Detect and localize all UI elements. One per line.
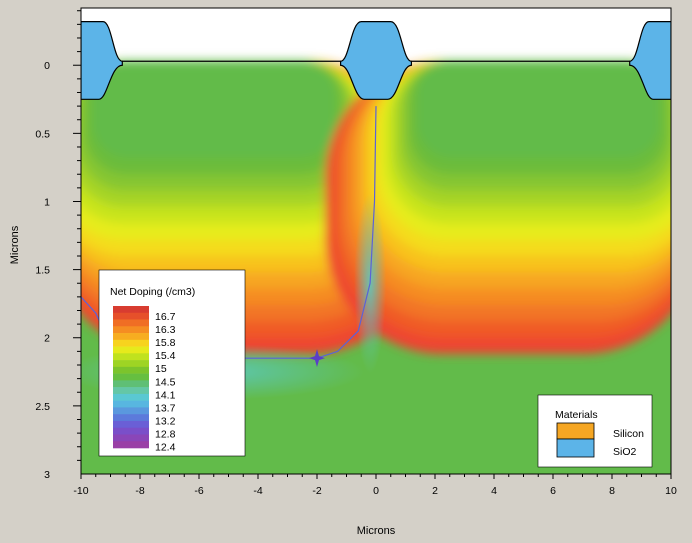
legend-label-silicon: Silicon — [613, 428, 644, 440]
doping-contour-chart: -10 -8 -6 -4 -2 0 2 4 6 8 10 0 0.5 1 1.5 2 2.5 3 Microns… — [0, 0, 692, 538]
y-axis-label: Microns — [9, 225, 21, 264]
colorbar-label: 13.2 — [155, 415, 176, 427]
y-tick-label: 2.5 — [35, 401, 50, 413]
legend-label-sio2: SiO2 — [613, 446, 637, 458]
colorbar-swatch — [113, 401, 149, 408]
colorbar-swatch — [113, 407, 149, 414]
colorbar-swatch — [113, 374, 149, 381]
colorbar-label: 16.3 — [155, 324, 176, 336]
x-tick-label: 2 — [432, 485, 438, 497]
colorbar-swatch — [113, 347, 149, 354]
x-axis: -10 -8 -6 -4 -2 0 2 4 6 8 10 — [73, 474, 677, 497]
colorbar-swatch — [113, 441, 149, 448]
colorbar-swatch — [113, 333, 149, 340]
colorbar-swatch — [113, 367, 149, 374]
colorbar-swatch — [113, 434, 149, 441]
colorbar-swatch — [113, 421, 149, 428]
y-tick-label: 2 — [44, 333, 50, 345]
y-tick-label: 1 — [44, 196, 50, 208]
colorbar-swatch — [113, 313, 149, 320]
colorbar-legend: Net Doping (/cm3) 16.716.315.815.41514.5… — [99, 270, 245, 456]
colorbar-label: 14.5 — [155, 376, 176, 388]
colorbar-label: 15.8 — [155, 337, 176, 349]
materials-legend: Materials Silicon SiO2 — [538, 395, 652, 467]
colorbar-swatch — [113, 320, 149, 327]
y-tick-label: 0 — [44, 60, 50, 72]
colorbar-swatch — [113, 306, 149, 313]
colorbar-label: 12.4 — [155, 442, 176, 454]
y-axis: 0 0.5 1 1.5 2 2.5 3 — [35, 11, 81, 481]
colorbar-swatch — [113, 414, 149, 421]
x-tick-label: 0 — [373, 485, 379, 497]
x-tick-label: -6 — [194, 485, 203, 497]
colorbar-swatch — [113, 340, 149, 347]
legend-swatch-sio2 — [557, 439, 594, 457]
colorbar-label: 16.7 — [155, 311, 176, 323]
colorbar-swatch — [113, 394, 149, 401]
y-tick-label: 1.5 — [35, 265, 50, 277]
x-tick-label: 6 — [550, 485, 556, 497]
materials-title: Materials — [555, 409, 598, 421]
y-tick-label: 3 — [44, 469, 50, 481]
colorbar-label: 15.4 — [155, 350, 176, 362]
legend-swatch-silicon — [557, 423, 594, 439]
colorbar-swatch — [113, 380, 149, 387]
x-tick-label: -8 — [135, 485, 144, 497]
y-tick-label: 0.5 — [35, 128, 50, 140]
x-tick-label: 10 — [665, 485, 677, 497]
colorbar-swatch — [113, 387, 149, 394]
x-tick-label: 4 — [491, 485, 497, 497]
colorbar-swatch — [113, 326, 149, 333]
contour-band-0-0 — [93, 61, 335, 158]
colorbar-label: 15 — [155, 363, 167, 375]
x-axis-label: Microns — [357, 525, 396, 537]
chart-svg: -10 -8 -6 -4 -2 0 2 4 6 8 10 0 0.5 1 1.5 2 2.5 3 Microns… — [0, 0, 692, 538]
colorbar-label: 14.1 — [155, 389, 176, 401]
colorbar-swatches — [113, 306, 149, 448]
colorbar-title: Net Doping (/cm3) — [110, 286, 195, 298]
contour-band-1-0 — [417, 61, 659, 158]
colorbar-swatch — [113, 360, 149, 367]
x-tick-label: 8 — [609, 485, 615, 497]
colorbar-swatch — [113, 353, 149, 360]
colorbar-labels: 16.716.315.815.41514.514.113.713.2 12.812… — [155, 311, 176, 454]
colorbar-swatch — [113, 428, 149, 435]
colorbar-label: 12.8 — [155, 429, 176, 441]
x-tick-label: -2 — [312, 485, 321, 497]
colorbar-label: 13.7 — [155, 402, 176, 414]
x-tick-label: -4 — [253, 485, 262, 497]
x-tick-label: -10 — [73, 485, 88, 497]
